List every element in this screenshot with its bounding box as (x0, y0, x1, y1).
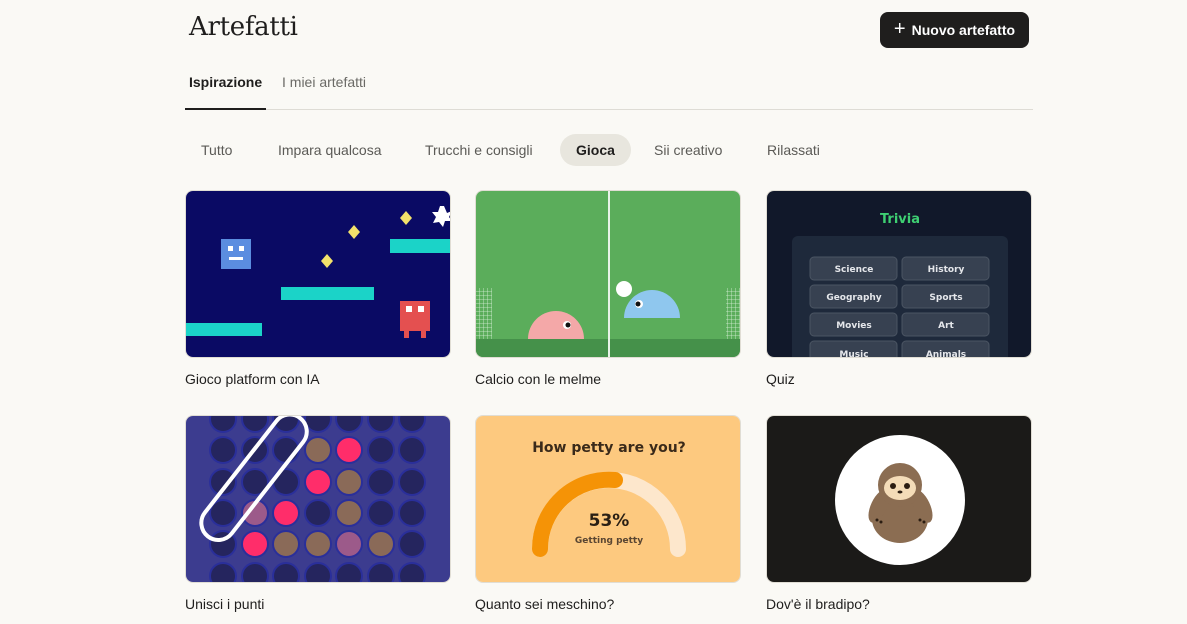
trivia-option: Movies (836, 321, 872, 331)
filter-learn[interactable]: Impara qualcosa (262, 134, 398, 166)
trivia-option: Geography (826, 293, 881, 303)
tab-bar: Ispirazione I miei artefatti (185, 70, 1033, 110)
card-title: Calcio con le melme (475, 371, 602, 387)
board-cell (304, 562, 332, 582)
active-tab-indicator (185, 108, 266, 110)
board-cell (209, 562, 237, 582)
find-sloth-thumbnail (766, 415, 1032, 583)
petty-status: Getting petty (575, 536, 643, 546)
board-cell (241, 562, 269, 582)
board-cell (335, 416, 363, 433)
board-cell (304, 436, 332, 464)
board-cell (398, 530, 426, 558)
board-cell (304, 416, 332, 433)
tab-my-artifacts[interactable]: I miei artefatti (282, 74, 366, 90)
board-cell (335, 562, 363, 582)
card-find-sloth[interactable]: Dov'è il bradipo? (766, 415, 1032, 612)
trivia-heading: Trivia (880, 212, 920, 227)
filter-creative[interactable]: Sii creativo (638, 134, 738, 166)
board-cell (209, 416, 237, 433)
board-cell (367, 530, 395, 558)
platform-game-thumbnail (185, 190, 451, 358)
board-cell (304, 530, 332, 558)
card-title: Gioco platform con IA (185, 371, 320, 387)
board-cell (398, 468, 426, 496)
board-cell (335, 468, 363, 496)
board-cell (209, 436, 237, 464)
card-connect-dots[interactable]: Unisci i punti (185, 415, 451, 612)
trivia-option: Music (839, 350, 868, 358)
tab-inspiration[interactable]: Ispirazione (189, 74, 262, 90)
filter-play[interactable]: Gioca (560, 134, 631, 166)
card-slime-soccer[interactable]: Calcio con le melme (475, 190, 741, 387)
board-cell (335, 436, 363, 464)
trivia-option: Science (835, 265, 874, 275)
filter-relax[interactable]: Rilassati (751, 134, 836, 166)
card-title: Quiz (766, 371, 795, 387)
card-trivia[interactable]: Trivia Science History Geography Sports … (766, 190, 1032, 387)
board-cell (272, 562, 300, 582)
new-artifact-label: Nuovo artefatto (911, 22, 1016, 38)
filter-all[interactable]: Tutto (185, 134, 248, 166)
page-title: Artefatti (189, 12, 298, 42)
card-petty-meter[interactable]: How petty are you? 53% Getting petty Qua… (475, 415, 741, 612)
trivia-option: Animals (926, 350, 966, 358)
board-cell (367, 499, 395, 527)
petty-heading: How petty are you? (532, 440, 686, 456)
plus-icon: + (893, 18, 906, 40)
board-cell (272, 499, 300, 527)
board-cell (304, 468, 332, 496)
trivia-option: Sports (929, 293, 962, 303)
board-cell (367, 436, 395, 464)
petty-percent: 53% (589, 511, 630, 531)
filter-tips[interactable]: Trucchi e consigli (409, 134, 549, 166)
card-title: Quanto sei meschino? (475, 596, 615, 612)
board-cell (304, 499, 332, 527)
board-cell (367, 416, 395, 433)
card-platform-game[interactable]: Gioco platform con IA (185, 190, 451, 387)
board-cell (398, 416, 426, 433)
new-artifact-button[interactable]: + Nuovo artefatto (880, 12, 1029, 48)
board-cell (398, 436, 426, 464)
connect-dots-thumbnail (185, 415, 451, 583)
board-cell (367, 562, 395, 582)
board-cell (241, 530, 269, 558)
slime-soccer-thumbnail (475, 190, 741, 358)
petty-meter-thumbnail: How petty are you? 53% Getting petty (475, 415, 741, 583)
board-cell (335, 530, 363, 558)
board-cell (335, 499, 363, 527)
board-cell (398, 499, 426, 527)
board-cell (367, 468, 395, 496)
trivia-option: Art (938, 321, 954, 331)
board-cell (398, 562, 426, 582)
board-cell (241, 416, 269, 433)
trivia-thumbnail: Trivia Science History Geography Sports … (766, 190, 1032, 358)
card-title: Unisci i punti (185, 596, 265, 612)
card-title: Dov'è il bradipo? (766, 596, 870, 612)
board-cell (272, 530, 300, 558)
trivia-option: History (928, 265, 965, 275)
